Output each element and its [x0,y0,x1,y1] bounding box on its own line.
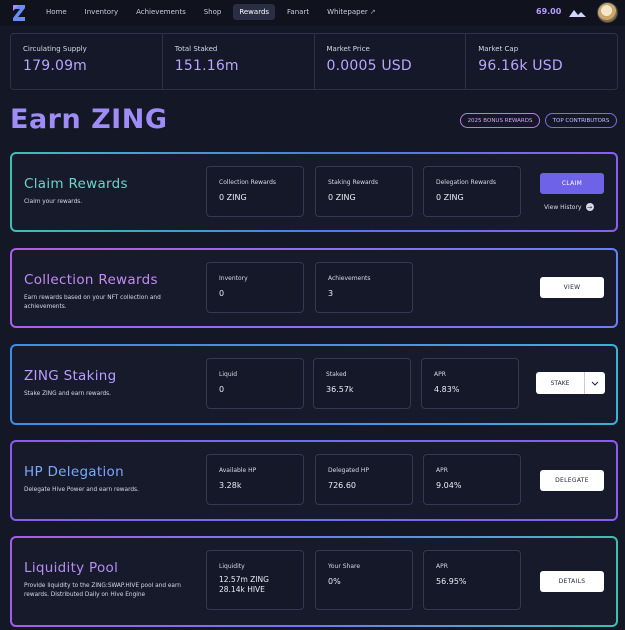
bonus-rewards-button[interactable]: 2025 BONUS REWARDS [460,113,540,128]
nav-achievements[interactable]: Achievements [130,4,192,20]
zing-staking-card: ZING Staking Stake ZING and earn rewards… [10,344,618,425]
card-description: Earn rewards based on your NFT collectio… [24,295,161,310]
box-label: Collection Rewards [219,179,277,186]
box-label: Inventory [219,275,248,282]
staking-apr-box: APR 4.83% [421,358,519,409]
card-title: Claim Rewards [24,176,128,192]
achievements-box: Achievements 3 [315,262,413,313]
card-description: Delegate Hive Power and earn rewards. [24,487,139,493]
card-title: Collection Rewards [24,272,158,288]
box-value: 0 [219,385,225,394]
available-hp-box: Available HP 3.28k [206,454,304,505]
box-value: 4.83% [434,385,460,394]
view-history-label: View History [544,203,582,211]
view-history-link[interactable]: View History → [544,203,594,211]
box-value: 9.04% [436,481,462,490]
stake-button[interactable]: STAKE [536,372,585,394]
stake-split-button: STAKE [536,372,605,394]
box-label: APR [436,563,448,570]
box-label: APR [436,467,448,474]
claim-button[interactable]: CLAIM [540,173,604,194]
nav-home[interactable]: Home [40,4,73,20]
card-description: Provide liquidity to the ZING:SWAP.HIVE … [24,583,181,598]
box-value: 3 [328,289,334,298]
nav-whitepaper-label: Whitepaper [327,8,368,16]
stat-label: Circulating Supply [23,45,87,53]
stat-market-cap: Market Cap 96.16k USD [466,34,617,89]
nav-rewards[interactable]: Rewards [233,4,276,20]
nav-whitepaper[interactable]: Whitepaper ↗ [321,4,382,20]
card-title: HP Delegation [24,464,124,480]
box-label: Staking Rewards [328,179,378,186]
zing-logo-icon[interactable] [10,3,28,23]
box-value: 726.60 [328,481,356,490]
card-description: Claim your rewards. [24,199,83,205]
balance: 69.00 [536,7,562,16]
stats-bar: Circulating Supply 179.09m Total Staked … [10,33,618,90]
delegate-button[interactable]: DELEGATE [540,470,604,491]
claim-rewards-card: Claim Rewards Claim your rewards. Collec… [10,152,618,232]
box-value: 0% [328,577,341,586]
staked-box: Staked 36.57k [313,358,411,409]
card-title: Liquidity Pool [24,560,119,576]
box-label: Staked [326,371,347,378]
hp-delegation-card: HP Delegation Delegate Hive Power and ea… [10,440,618,521]
collection-rewards-box: Collection Rewards 0 ZING [206,166,304,217]
box-value: 12.57m ZING [219,575,269,584]
top-contributors-button[interactable]: TOP CONTRIBUTORS [545,113,617,128]
box-value: 0 ZING [436,193,464,202]
nav-inventory[interactable]: Inventory [79,4,124,20]
liquidity-box: Liquidity 12.57m ZING 28.14k HIVE [206,550,304,610]
nav-fanart[interactable]: Fanart [281,4,315,20]
chevron-down-icon[interactable] [585,372,605,394]
stat-value: 96.16k USD [478,58,563,74]
liquid-box: Liquid 0 [206,358,304,409]
stat-value: 179.09m [23,58,88,74]
external-link-icon: ↗ [369,8,376,16]
collection-rewards-card: Collection Rewards Earn rewards based on… [10,248,618,328]
box-value-secondary: 28.14k HIVE [219,585,265,594]
liquidity-apr-box: APR 56.95% [423,550,521,610]
box-label: Delegated HP [328,467,370,474]
box-label: Liquid [219,371,238,378]
your-share-box: Your Share 0% [315,550,413,610]
nav-shop[interactable]: Shop [198,4,228,20]
user-avatar[interactable] [597,2,618,23]
inventory-box: Inventory 0 [206,262,304,313]
box-label: Available HP [219,467,257,474]
box-label: Liquidity [219,563,245,570]
liquidity-pool-card: Liquidity Pool Provide liquidity to the … [10,536,618,627]
box-label: APR [434,371,446,378]
delegation-apr-box: APR 9.04% [423,454,521,505]
box-value: 0 ZING [219,193,247,202]
card-title: ZING Staking [24,368,117,384]
box-value: 56.95% [436,577,467,586]
stat-circulating-supply: Circulating Supply 179.09m [11,34,163,89]
view-button[interactable]: VIEW [540,277,604,298]
box-value: 0 ZING [328,193,356,202]
stat-label: Market Price [326,45,370,53]
box-value: 3.28k [219,481,242,490]
details-button[interactable]: DETAILS [540,571,604,592]
stat-label: Total Staked [174,45,218,53]
card-description: Stake ZING and earn rewards. [24,391,112,397]
box-label: Your Share [328,563,361,570]
page-title: Earn ZING [10,104,168,135]
delegated-hp-box: Delegated HP 726.60 [315,454,413,505]
staking-rewards-box: Staking Rewards 0 ZING [315,166,413,217]
hive-icon [569,10,586,17]
box-value: 0 [219,289,225,298]
box-label: Delegation Rewards [436,179,497,186]
box-value: 36.57k [326,385,354,394]
top-nav: Home Inventory Achievements Shop Rewards… [0,0,625,26]
nav-links: Home Inventory Achievements Shop Rewards… [40,4,382,20]
arrow-right-icon: → [585,203,594,211]
stat-market-price: Market Price 0.0005 USD [315,34,467,89]
box-label: Achievements [328,275,371,282]
stat-total-staked: Total Staked 151.16m [163,34,315,89]
stat-label: Market Cap [478,45,519,53]
delegation-rewards-box: Delegation Rewards 0 ZING [423,166,521,217]
stat-value: 151.16m [174,58,239,74]
stat-value: 0.0005 USD [326,58,412,74]
